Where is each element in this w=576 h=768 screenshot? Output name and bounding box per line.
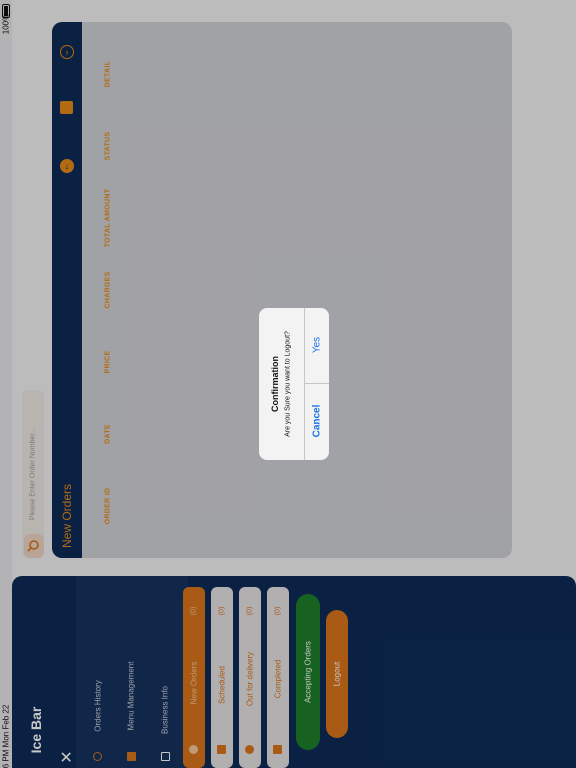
dialog-title: Confirmation [270,356,280,412]
dialog-divider [304,308,305,460]
dialog-message: Are you Sure you want to Logout? [284,331,292,437]
logout-confirmation-dialog: Confirmation Are you Sure you want to Lo… [259,308,329,460]
dialog-button-divider [304,383,329,384]
yes-button[interactable]: Yes [312,337,323,353]
cancel-button[interactable]: Cancel [312,405,323,438]
